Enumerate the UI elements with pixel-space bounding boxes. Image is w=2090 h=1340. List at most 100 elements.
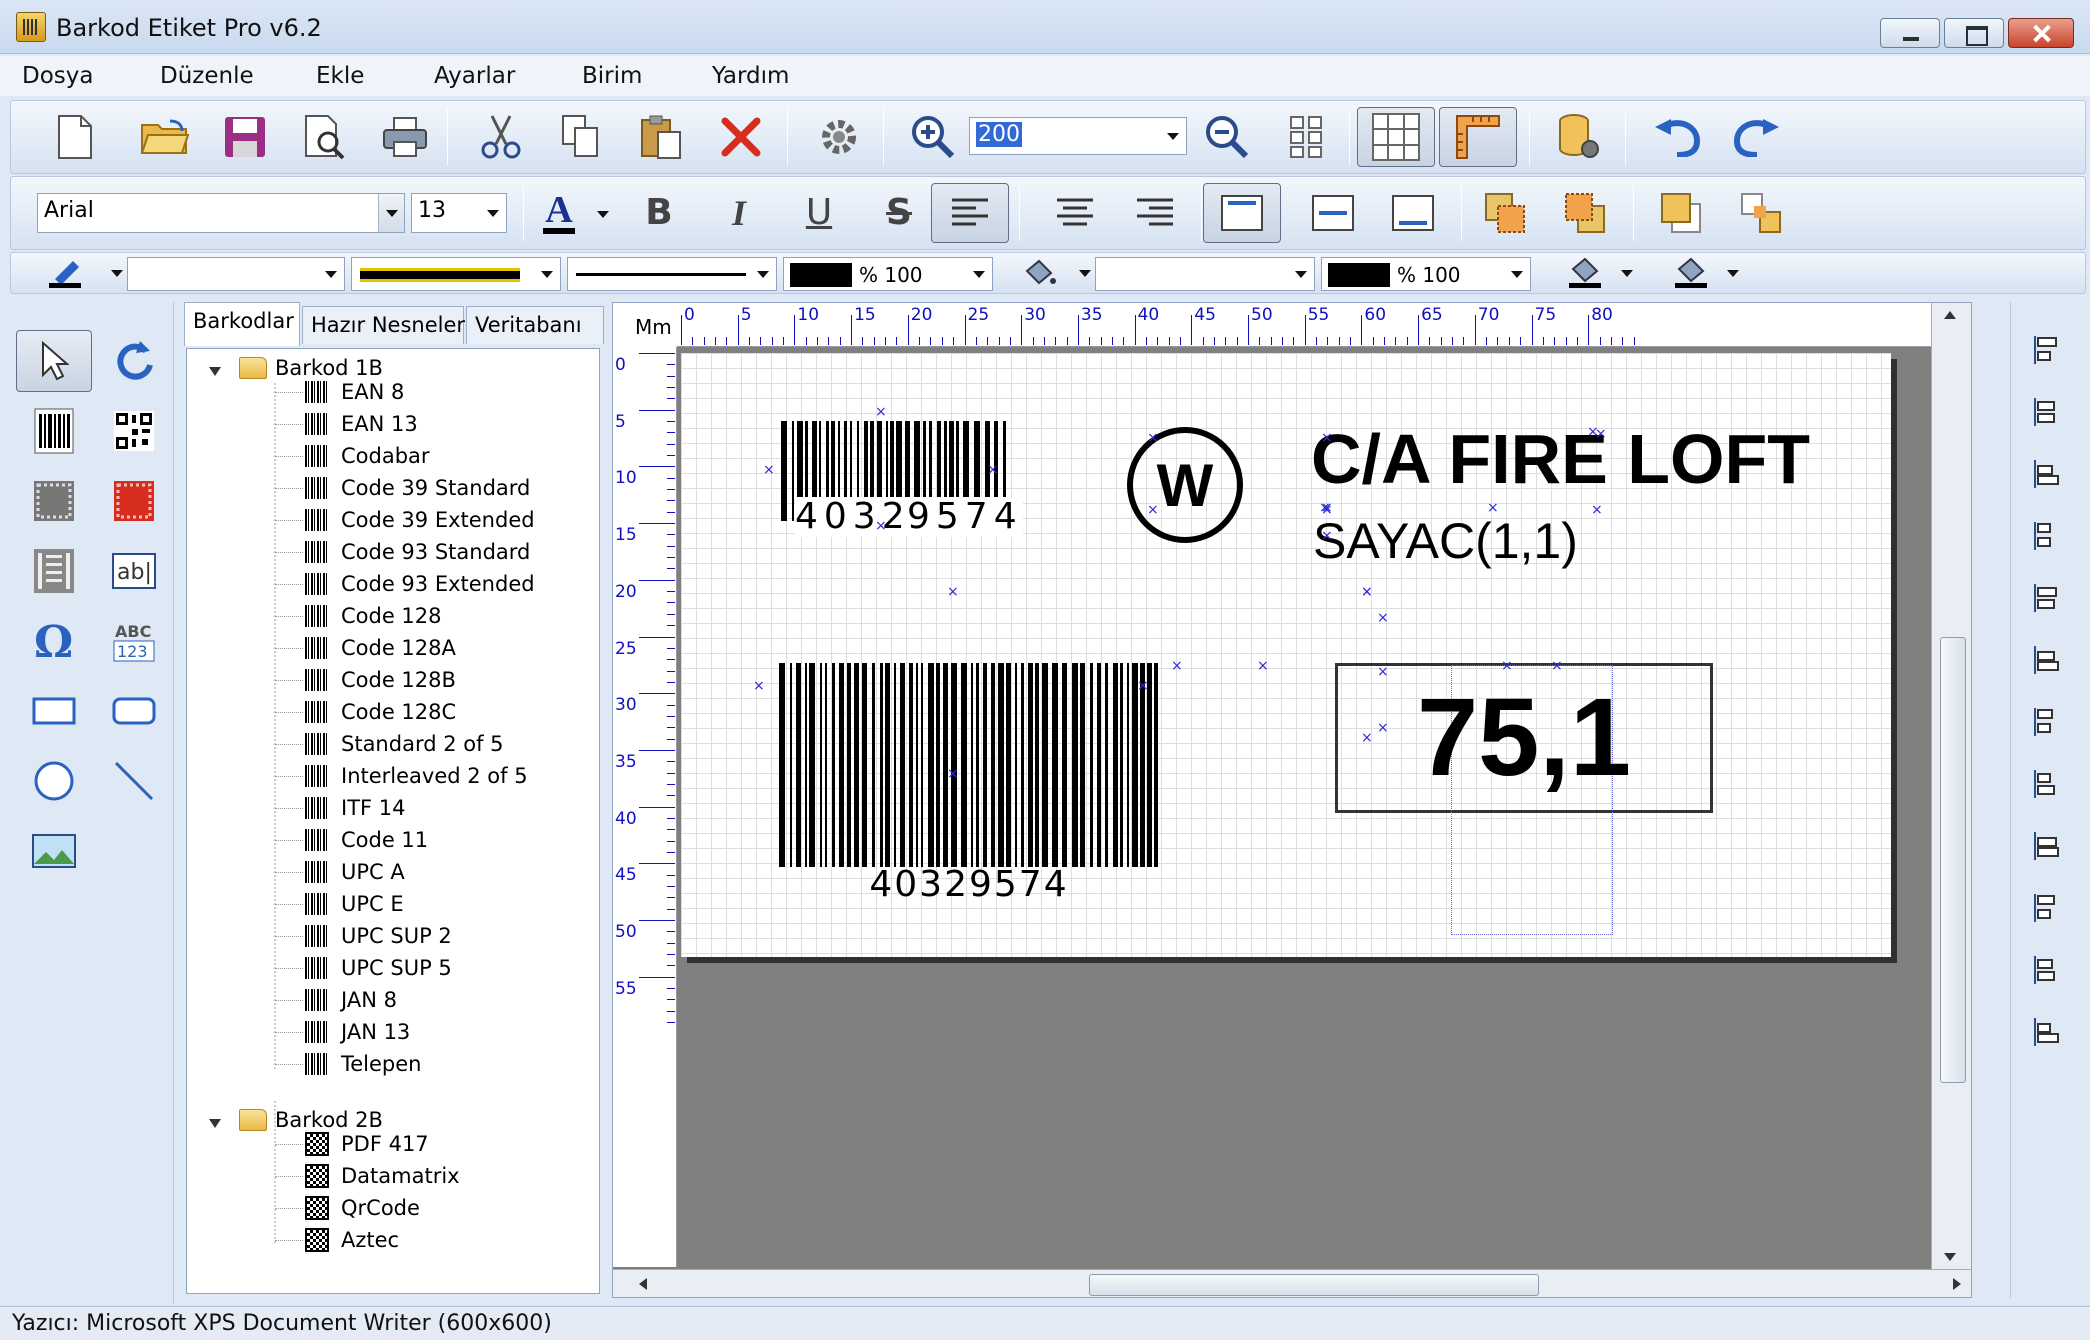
tree-item-telepen[interactable]: Telepen (275, 1049, 422, 1079)
selection-handle-icon[interactable]: × (947, 585, 959, 599)
line-dash-select[interactable] (567, 257, 777, 291)
selection-handle-icon[interactable]: × (1595, 427, 1607, 441)
selection-handle-icon[interactable]: × (1257, 659, 1269, 673)
open-file-button[interactable] (135, 107, 195, 167)
tree-item-code-128a[interactable]: Code 128A (275, 633, 456, 663)
text-tool[interactable]: ab| (96, 540, 172, 602)
qrcode-tool[interactable] (96, 400, 172, 462)
rounded-rectangle-tool[interactable] (96, 680, 172, 742)
maximize-button[interactable] (1944, 18, 2004, 48)
align-left-edges-button[interactable] (2029, 458, 2069, 494)
pdf417-tool[interactable] (16, 540, 92, 602)
same-width-button[interactable] (2029, 954, 2069, 990)
label-counter-text[interactable]: SAYAC(1,1) (1313, 513, 1578, 569)
collapse-barkod-2b-icon[interactable] (209, 1119, 221, 1128)
tree-item-upc-sup-5[interactable]: UPC SUP 5 (275, 953, 452, 983)
rectangle-tool[interactable] (16, 680, 92, 742)
shadow-color-button[interactable] (1673, 257, 1709, 289)
delete-button[interactable] (711, 107, 771, 167)
print-button[interactable] (375, 107, 435, 167)
fill-color-dropdown-icon[interactable] (1079, 270, 1091, 277)
collapse-barkod-1b-icon[interactable] (209, 367, 221, 376)
selection-handle-icon[interactable]: × (875, 519, 887, 533)
align-horizontal-center-button[interactable] (2029, 582, 2069, 618)
tree-item-standard-2-of-5[interactable]: Standard 2 of 5 (275, 729, 504, 759)
w-logo[interactable]: W (1127, 427, 1243, 543)
image-tool[interactable] (16, 820, 92, 882)
copy-button[interactable] (551, 107, 611, 167)
tree-item-code-39-extended[interactable]: Code 39 Extended (275, 505, 535, 535)
italic-button[interactable]: I (709, 183, 769, 243)
label-page[interactable]: 4032 9574 W C/A FIRE LOFT SAYAC(1,1) 403… (681, 353, 1891, 957)
valign-bottom-button[interactable] (1383, 183, 1443, 243)
text-color-button[interactable]: A (535, 183, 583, 243)
zoom-fit-button[interactable] (1277, 107, 1337, 167)
redo-button[interactable] (1727, 107, 1787, 167)
selection-handle-icon[interactable]: × (1137, 679, 1149, 693)
text-color-dropdown-icon[interactable] (597, 211, 609, 218)
underline-button[interactable]: U (789, 183, 849, 243)
send-backward-button[interactable] (1555, 183, 1615, 243)
selection-handle-icon[interactable]: × (1487, 501, 1499, 515)
barcode-ean8[interactable]: 4032 9574 (781, 421, 1023, 551)
shadow-color-dropdown-icon[interactable] (1727, 270, 1739, 277)
fill-color-button[interactable] (1021, 257, 1057, 289)
tree-item-code-128c[interactable]: Code 128C (275, 697, 456, 727)
tree-item-codabar[interactable]: Codabar (275, 441, 430, 471)
tree-item-upc-e[interactable]: UPC E (275, 889, 404, 919)
same-height-button[interactable] (2029, 1016, 2069, 1052)
design-canvas[interactable]: 0 5 10 15 20 25 30 35 40 45 50 55 60 65 70 75 80 0 5 10 15 2… (612, 302, 1972, 1298)
line-color-button[interactable] (47, 257, 83, 289)
line-tool[interactable] (96, 750, 172, 812)
show-grid-button[interactable] (1357, 107, 1435, 167)
selection-handle-icon[interactable]: × (1377, 665, 1389, 679)
close-button[interactable] (2008, 18, 2074, 48)
selection-handle-icon[interactable]: × (763, 463, 775, 477)
scroll-right-icon[interactable] (1953, 1278, 1961, 1290)
label-value-text[interactable]: 75,1 (1335, 673, 1713, 803)
send-to-back-button[interactable] (1731, 183, 1791, 243)
zoom-in-button[interactable] (903, 107, 963, 167)
selection-handle-icon[interactable]: × (1361, 731, 1373, 745)
scroll-up-icon[interactable] (1944, 311, 1956, 319)
zoom-select[interactable]: 200 (969, 117, 1187, 155)
line-opacity-select[interactable]: % 100 (783, 257, 993, 291)
rotate-tool[interactable] (96, 330, 172, 392)
new-file-button[interactable] (45, 107, 105, 167)
tree-item-code-128b[interactable]: Code 128B (275, 665, 456, 695)
settings-button[interactable] (809, 107, 869, 167)
tree-item-ean-13[interactable]: EAN 13 (275, 409, 418, 439)
menu-yardim[interactable]: Yardım (712, 63, 789, 89)
text-background-dropdown-icon[interactable] (1621, 270, 1633, 277)
save-button[interactable] (215, 107, 275, 167)
distribute-horizontal-button[interactable] (2029, 644, 2069, 680)
colored-datamatrix-tool[interactable] (96, 470, 172, 532)
tree-item-pdf-417[interactable]: PDF 417 (275, 1129, 429, 1159)
print-preview-button[interactable] (295, 107, 355, 167)
fill-opacity-select[interactable]: % 100 (1321, 257, 1531, 291)
selection-handle-icon[interactable]: × (1361, 585, 1373, 599)
database-settings-button[interactable] (1549, 107, 1609, 167)
align-right-edges-button[interactable] (2029, 520, 2069, 556)
tab-barkodlar[interactable]: Barkodlar (184, 302, 300, 346)
selection-handle-icon[interactable]: × (1501, 659, 1513, 673)
scroll-left-icon[interactable] (639, 1278, 647, 1290)
tree-item-interleaved-2-of-5[interactable]: Interleaved 2 of 5 (275, 761, 528, 791)
align-left-button[interactable] (931, 183, 1009, 243)
select-tool[interactable] (16, 330, 92, 392)
paste-button[interactable] (631, 107, 691, 167)
tree-item-code-93-extended[interactable]: Code 93 Extended (275, 569, 535, 599)
tree-item-code-39-standard[interactable]: Code 39 Standard (275, 473, 530, 503)
tree-item-itf-14[interactable]: ITF 14 (275, 793, 406, 823)
fill-style-select[interactable] (1095, 257, 1315, 291)
vertical-scroll-thumb[interactable] (1940, 637, 1966, 1083)
selection-handle-icon[interactable]: × (1321, 501, 1333, 515)
text-background-button[interactable] (1567, 257, 1603, 289)
align-vertical-center-button[interactable] (2029, 830, 2069, 866)
show-ruler-button[interactable] (1439, 107, 1517, 167)
align-bottom-edges-button[interactable] (2029, 768, 2069, 804)
tree-item-ean-8[interactable]: EAN 8 (275, 377, 404, 407)
selection-handle-icon[interactable]: × (1591, 503, 1603, 517)
selection-handle-icon[interactable]: × (1147, 503, 1159, 517)
strikethrough-button[interactable]: S (869, 183, 929, 243)
